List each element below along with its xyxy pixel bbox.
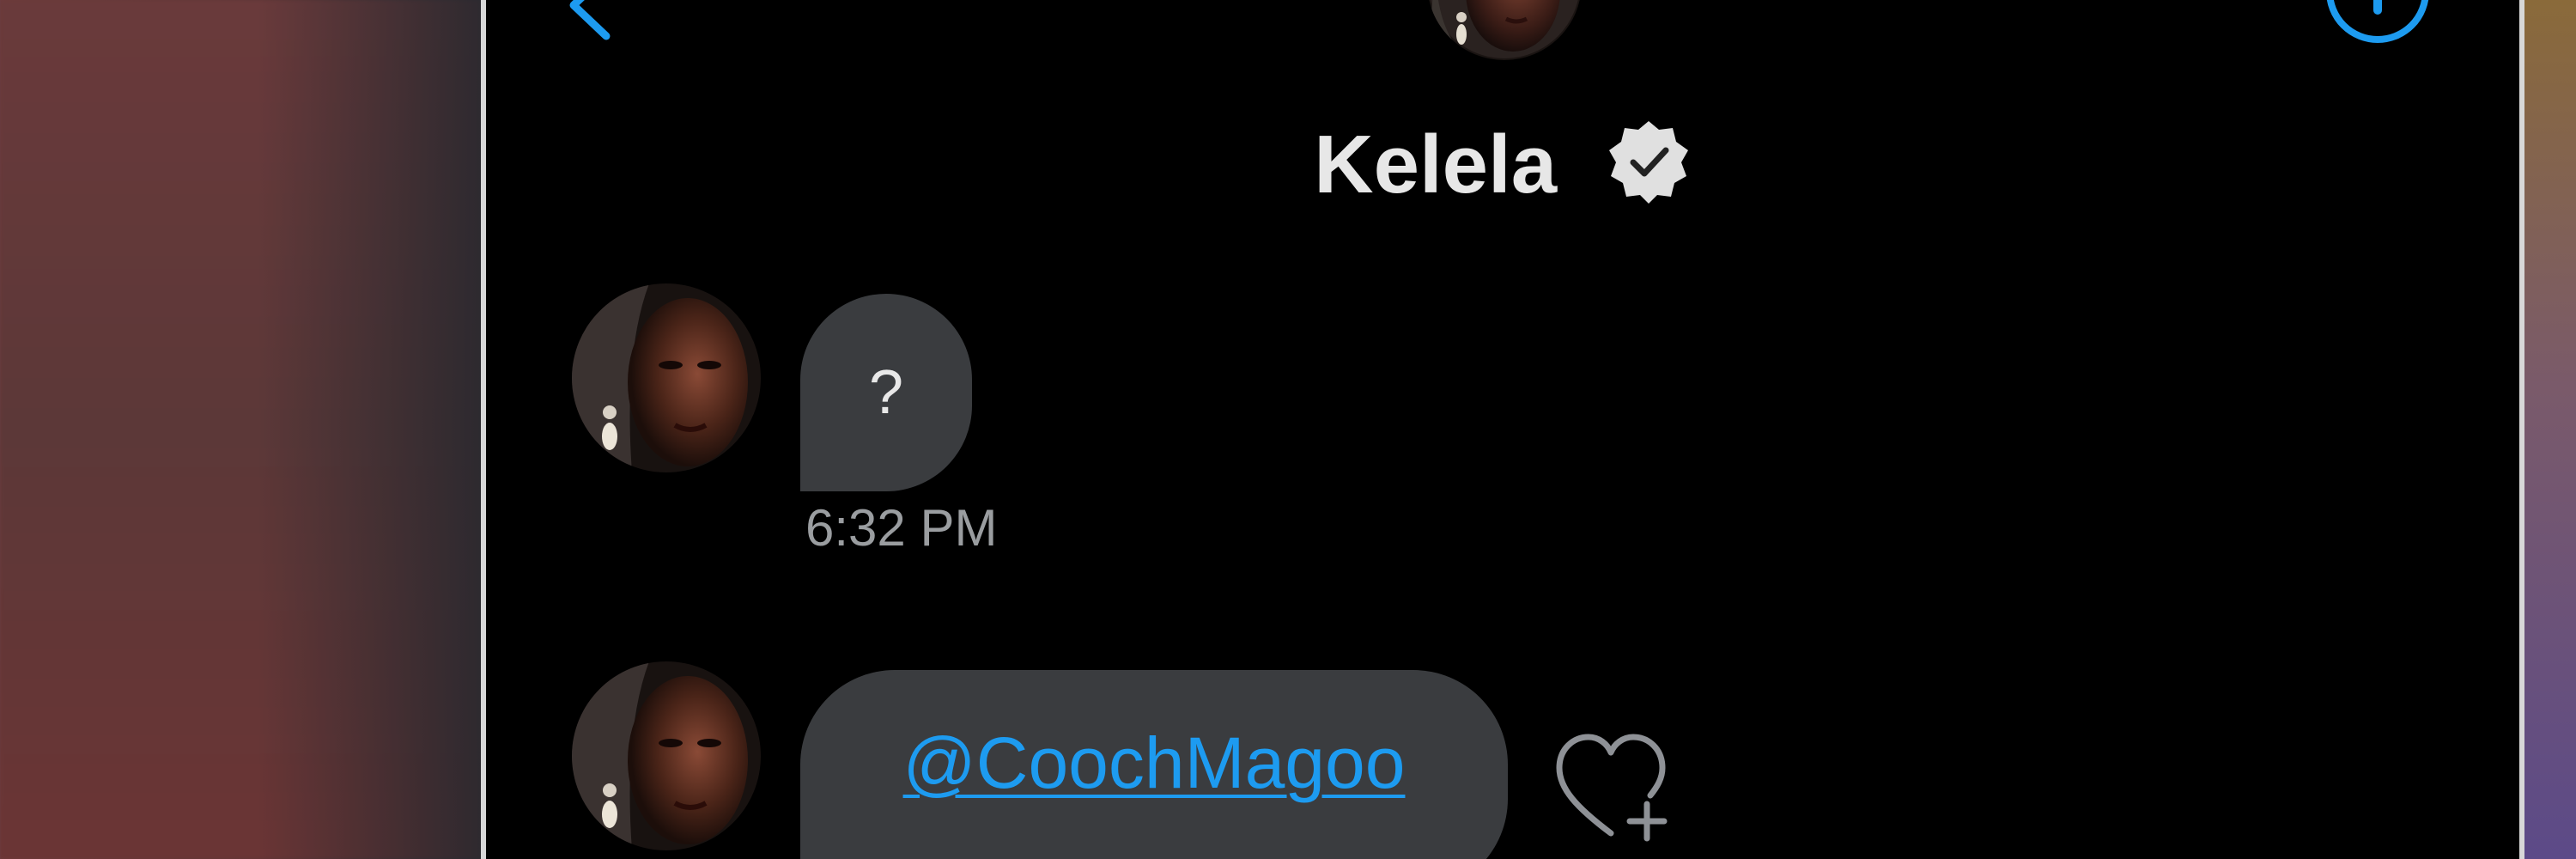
- message-text: ?: [868, 358, 904, 427]
- mention-link[interactable]: @CoochMagoo: [903, 722, 1406, 803]
- background-shade: [258, 0, 481, 859]
- header-avatar[interactable]: [1427, 0, 1582, 60]
- heart-plus-icon: [1556, 734, 1668, 842]
- chevron-left-icon: [569, 0, 611, 40]
- info-button[interactable]: [2322, 0, 2433, 60]
- back-button[interactable]: [563, 0, 623, 52]
- message-bubble[interactable]: ?: [800, 294, 972, 491]
- info-icon: [2326, 0, 2429, 43]
- phone-screen: Kelela ? 6:32 PM @CoochMagoo: [481, 0, 2524, 859]
- message-timestamp: 6:32 PM: [805, 499, 998, 557]
- message-bubble[interactable]: @CoochMagoo: [800, 670, 1508, 859]
- contact-name: Kelela: [1314, 118, 1558, 210]
- conversation-title: Kelela: [486, 112, 2519, 212]
- sender-avatar[interactable]: [572, 661, 761, 850]
- verified-badge-icon: [1608, 120, 1688, 204]
- sender-avatar[interactable]: [572, 283, 761, 472]
- background-right: [2524, 0, 2576, 859]
- add-reaction-button[interactable]: [1551, 730, 1680, 842]
